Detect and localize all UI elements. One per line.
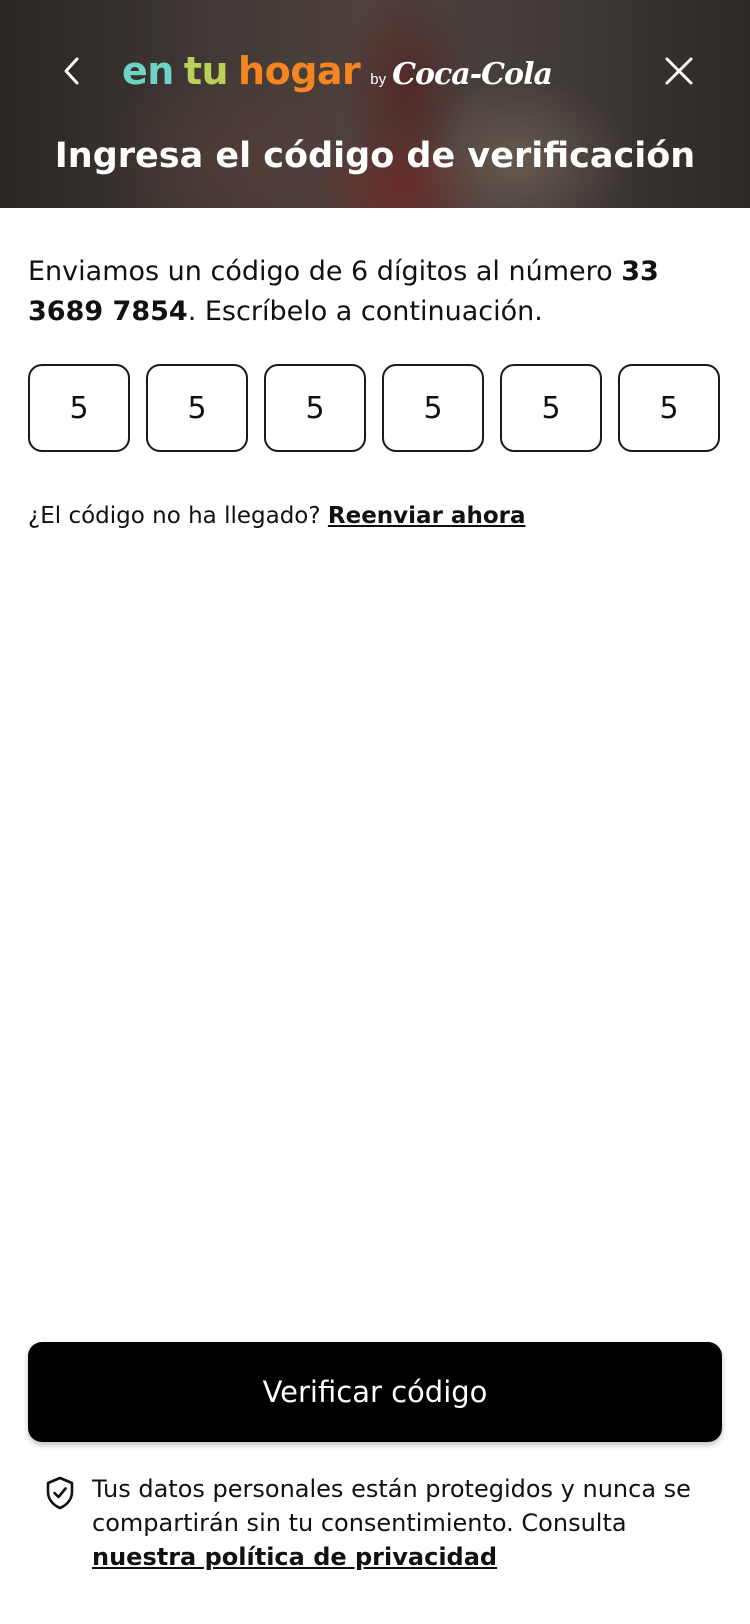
- logo-word-hogar: hogar: [238, 49, 361, 93]
- privacy-policy-link[interactable]: nuestra política de privacidad: [92, 1543, 497, 1571]
- code-digit-input-2[interactable]: 5: [146, 364, 248, 452]
- logo-word-tu: tu: [183, 49, 229, 93]
- verify-code-button-label: Verificar código: [262, 1375, 488, 1409]
- logo-brand: Coca-Cola: [392, 57, 553, 92]
- intro-text-after: . Escríbelo a continuación.: [187, 296, 543, 327]
- close-icon: [665, 57, 693, 85]
- logo-by: by: [370, 71, 387, 88]
- shield-check-icon: [46, 1476, 74, 1510]
- logo-word-en: en: [122, 49, 174, 93]
- resend-prompt: ¿El código no ha llegado? Reenviar ahora: [28, 498, 728, 534]
- top-navigation: en tu hogar by Coca-Cola: [0, 38, 750, 104]
- code-digit-input-1[interactable]: 5: [28, 364, 130, 452]
- intro-text: Enviamos un código de 6 dígitos al númer…: [28, 252, 728, 332]
- verification-code-input: 5 5 5 5 5 5: [28, 364, 722, 452]
- privacy-message: Tus datos personales están protegidos y …: [92, 1475, 691, 1537]
- code-digit-input-6[interactable]: 5: [618, 364, 720, 452]
- resend-link[interactable]: Reenviar ahora: [328, 503, 526, 529]
- code-digit-input-4[interactable]: 5: [382, 364, 484, 452]
- back-button[interactable]: [52, 48, 92, 94]
- resend-question: ¿El código no ha llegado?: [28, 503, 321, 529]
- close-button[interactable]: [656, 48, 702, 94]
- verify-code-button[interactable]: Verificar código: [28, 1342, 722, 1442]
- brand-logo: en tu hogar by Coca-Cola: [122, 44, 553, 98]
- chevron-left-icon: [64, 57, 79, 85]
- page-title: Ingresa el código de verificación: [54, 136, 696, 176]
- privacy-text: Tus datos personales están protegidos y …: [92, 1472, 712, 1574]
- intro-text-before: Enviamos un código de 6 dígitos al númer…: [28, 256, 613, 287]
- code-digit-input-3[interactable]: 5: [264, 364, 366, 452]
- code-digit-input-5[interactable]: 5: [500, 364, 602, 452]
